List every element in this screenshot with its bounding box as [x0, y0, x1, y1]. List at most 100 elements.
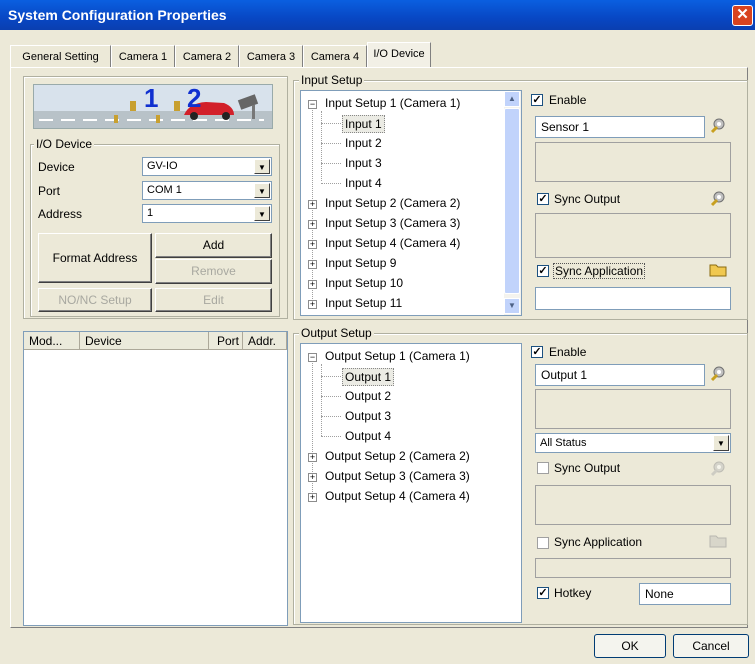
expand-icon[interactable]: + — [308, 300, 317, 309]
edit-button[interactable]: Edit — [155, 288, 272, 312]
tree-item-output-setup-4[interactable]: Output Setup 4 (Camera 4) — [325, 489, 470, 503]
input-sync-output-box — [535, 213, 731, 258]
ok-button[interactable]: OK — [594, 634, 666, 658]
collapse-icon[interactable]: − — [308, 353, 317, 362]
column-header-mod[interactable]: Mod... — [24, 332, 80, 350]
nonc-setup-button[interactable]: NO/NC Setup — [38, 288, 152, 312]
tab-camera-4[interactable]: Camera 4 — [303, 45, 367, 67]
tree-item-input-setup-3[interactable]: Input Setup 3 (Camera 3) — [325, 216, 460, 230]
column-header-addr[interactable]: Addr. — [243, 332, 287, 350]
input-tree-scrollbar[interactable]: ▲ ▼ — [504, 91, 521, 315]
scroll-thumb[interactable] — [504, 108, 520, 294]
tree-line — [321, 416, 341, 417]
output-sync-application-folder-icon[interactable] — [707, 533, 729, 555]
tree-item-output-setup-1[interactable]: Output Setup 1 (Camera 1) — [325, 349, 470, 363]
port-select[interactable]: COM 1 ▼ — [142, 181, 272, 200]
output-tree[interactable]: − Output Setup 1 (Camera 1) Output 1 Out… — [300, 343, 522, 623]
expand-icon[interactable]: + — [308, 280, 317, 289]
device-label: Device — [38, 160, 75, 174]
input-sync-application-folder-icon[interactable] — [707, 262, 729, 284]
output-hotkey-checkbox[interactable]: ✓ — [537, 587, 549, 599]
dropdown-arrow-icon[interactable]: ▼ — [713, 435, 729, 451]
device-list[interactable]: Mod... Device Port Addr. — [23, 331, 288, 626]
tree-item-output-3[interactable]: Output 3 — [345, 409, 391, 423]
remove-button[interactable]: Remove — [155, 259, 272, 284]
tree-line — [321, 123, 341, 124]
dropdown-arrow-icon[interactable]: ▼ — [254, 183, 270, 198]
tree-item-output-setup-3[interactable]: Output Setup 3 (Camera 3) — [325, 469, 470, 483]
tab-strip: General Setting Camera 1 Camera 2 Camera… — [10, 42, 431, 67]
input-enable-checkbox[interactable]: ✓ — [531, 94, 543, 106]
output-hotkey-field[interactable]: None — [639, 583, 731, 605]
tree-line — [321, 143, 341, 144]
expand-icon[interactable]: + — [308, 493, 317, 502]
tree-line — [321, 163, 341, 164]
input-enable-label: Enable — [549, 93, 587, 107]
expand-icon[interactable]: + — [308, 240, 317, 249]
output-sync-output-checkbox[interactable] — [537, 462, 549, 474]
tree-item-input-setup-2[interactable]: Input Setup 2 (Camera 2) — [325, 196, 460, 210]
tree-line — [321, 111, 322, 181]
tree-item-output-2[interactable]: Output 2 — [345, 389, 391, 403]
tab-io-device[interactable]: I/O Device — [367, 42, 431, 67]
address-value: 1 — [147, 207, 154, 219]
gear-icon — [710, 461, 725, 477]
input-name-field[interactable]: Sensor 1 — [535, 116, 705, 138]
dropdown-arrow-icon[interactable]: ▼ — [254, 159, 270, 174]
output-enable-checkbox[interactable]: ✓ — [531, 346, 543, 358]
folder-icon — [709, 264, 727, 277]
tree-item-input-3[interactable]: Input 3 — [345, 156, 382, 170]
output-setup-legend: Output Setup — [299, 326, 374, 340]
tree-item-output-setup-2[interactable]: Output Setup 2 (Camera 2) — [325, 449, 470, 463]
tree-item-input-setup-9[interactable]: Input Setup 9 — [325, 256, 396, 270]
tree-item-output-1[interactable]: Output 1 — [342, 368, 395, 386]
collapse-icon[interactable]: − — [308, 100, 317, 109]
close-button[interactable]: ✕ — [732, 5, 753, 26]
add-button[interactable]: Add — [155, 233, 272, 258]
input-tree[interactable]: − Input Setup 1 (Camera 1) Input 1 Input… — [300, 90, 522, 316]
tree-item-input-1[interactable]: Input 1 — [342, 115, 385, 133]
format-address-button[interactable]: Format Address — [38, 233, 152, 283]
output-hotkey-label: Hotkey — [554, 586, 592, 600]
device-select[interactable]: GV-IO ▼ — [142, 157, 272, 176]
output-status-select[interactable]: All Status ▼ — [535, 433, 731, 453]
address-select[interactable]: 1 ▼ — [142, 204, 272, 223]
scroll-down-icon[interactable]: ▼ — [504, 298, 520, 314]
tree-item-input-2[interactable]: Input 2 — [345, 136, 382, 150]
tree-item-input-setup-10[interactable]: Input Setup 10 — [325, 276, 403, 290]
expand-icon[interactable]: + — [308, 453, 317, 462]
tree-item-input-setup-11[interactable]: Input Setup 11 — [325, 296, 402, 310]
input-sync-output-checkbox[interactable]: ✓ — [537, 193, 549, 205]
output-name-field[interactable]: Output 1 — [535, 364, 705, 386]
cancel-button[interactable]: Cancel — [673, 634, 749, 658]
output-settings-icon[interactable] — [707, 364, 729, 386]
tab-camera-1[interactable]: Camera 1 — [111, 45, 175, 67]
expand-icon[interactable]: + — [308, 200, 317, 209]
tab-general-setting[interactable]: General Setting — [10, 45, 111, 67]
tree-line — [321, 183, 341, 184]
expand-icon[interactable]: + — [308, 473, 317, 482]
window-title: System Configuration Properties — [8, 7, 227, 23]
input-settings-icon[interactable] — [707, 116, 729, 138]
column-header-port[interactable]: Port — [209, 332, 243, 350]
tree-item-input-4[interactable]: Input 4 — [345, 176, 382, 190]
scroll-up-icon[interactable]: ▲ — [504, 91, 520, 107]
tree-item-input-setup-4[interactable]: Input Setup 4 (Camera 4) — [325, 236, 460, 250]
expand-icon[interactable]: + — [308, 220, 317, 229]
output-sync-application-checkbox[interactable] — [537, 537, 549, 549]
output-sync-application-field[interactable] — [535, 558, 731, 578]
column-header-device[interactable]: Device — [80, 332, 209, 350]
output-sync-output-box — [535, 485, 731, 525]
input-sync-application-field[interactable] — [535, 287, 731, 310]
tree-item-output-4[interactable]: Output 4 — [345, 429, 391, 443]
dropdown-arrow-icon[interactable]: ▼ — [254, 206, 270, 221]
tree-item-input-setup-1[interactable]: Input Setup 1 (Camera 1) — [325, 96, 460, 110]
banner-image: 1 2 — [33, 83, 273, 129]
output-sync-output-settings-icon[interactable] — [707, 459, 729, 481]
address-label: Address — [38, 207, 83, 221]
input-sync-output-settings-icon[interactable] — [707, 189, 729, 211]
expand-icon[interactable]: + — [308, 260, 317, 269]
input-sync-application-checkbox[interactable]: ✓ — [537, 265, 549, 277]
tab-camera-3[interactable]: Camera 3 — [239, 45, 303, 67]
tab-camera-2[interactable]: Camera 2 — [175, 45, 239, 67]
